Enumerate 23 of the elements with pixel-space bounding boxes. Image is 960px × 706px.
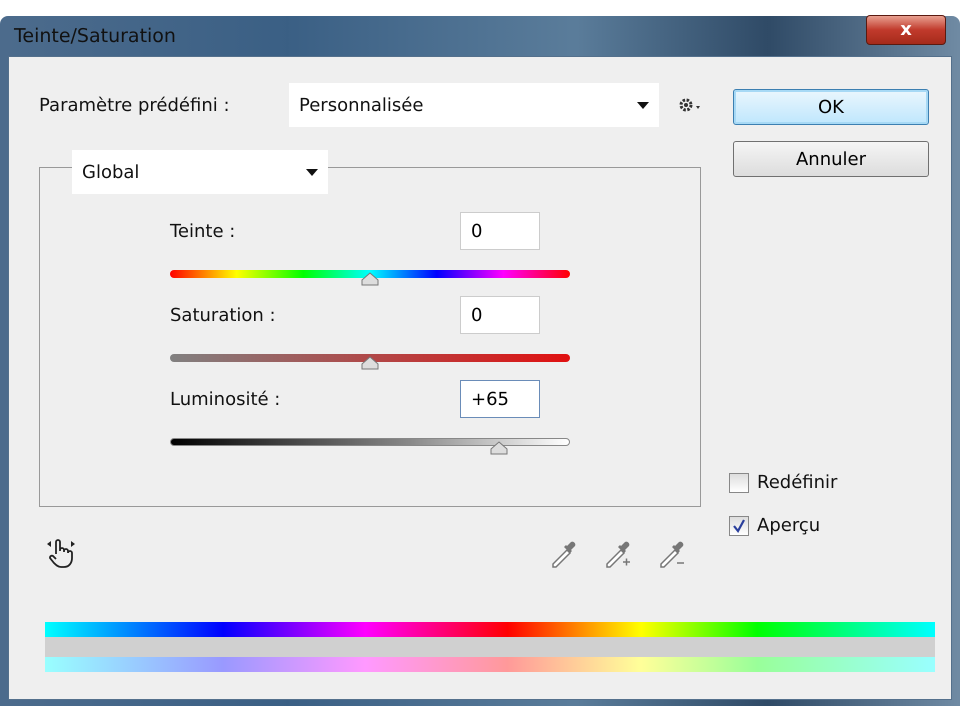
dropdown-arrow-icon [306,168,318,176]
checkbox-label: Redéfinir [757,471,838,495]
dialog-button[interactable]: Annuler [733,141,929,177]
slider-label: Luminosité : [170,388,282,412]
value-field[interactable]: +65 [460,380,540,418]
slider-thumb[interactable] [360,356,380,370]
slider-label: Saturation : [170,304,277,328]
value-field[interactable]: 0 [460,296,540,334]
channel-dropdown[interactable]: Global [72,150,328,194]
slider-label: Teinte : [170,220,236,244]
checkbox[interactable] [729,472,749,492]
preset-dropdown[interactable]: Personnalisée [289,83,659,127]
window-title: Teinte/Saturation [14,24,176,49]
slider-thumb[interactable] [360,272,380,286]
close-button[interactable]: x [866,15,946,45]
checkbox-label: Aperçu [757,514,820,538]
dropdown-arrow-icon [637,102,649,108]
value-field[interactable]: 0 [460,212,540,250]
preset-label: Paramètre prédéfini : [39,94,231,118]
slider-thumb[interactable] [489,441,510,455]
checkbox[interactable] [729,516,749,536]
hand-adjust-icon[interactable] [45,537,77,569]
dialog-button[interactable]: OK [733,89,929,125]
